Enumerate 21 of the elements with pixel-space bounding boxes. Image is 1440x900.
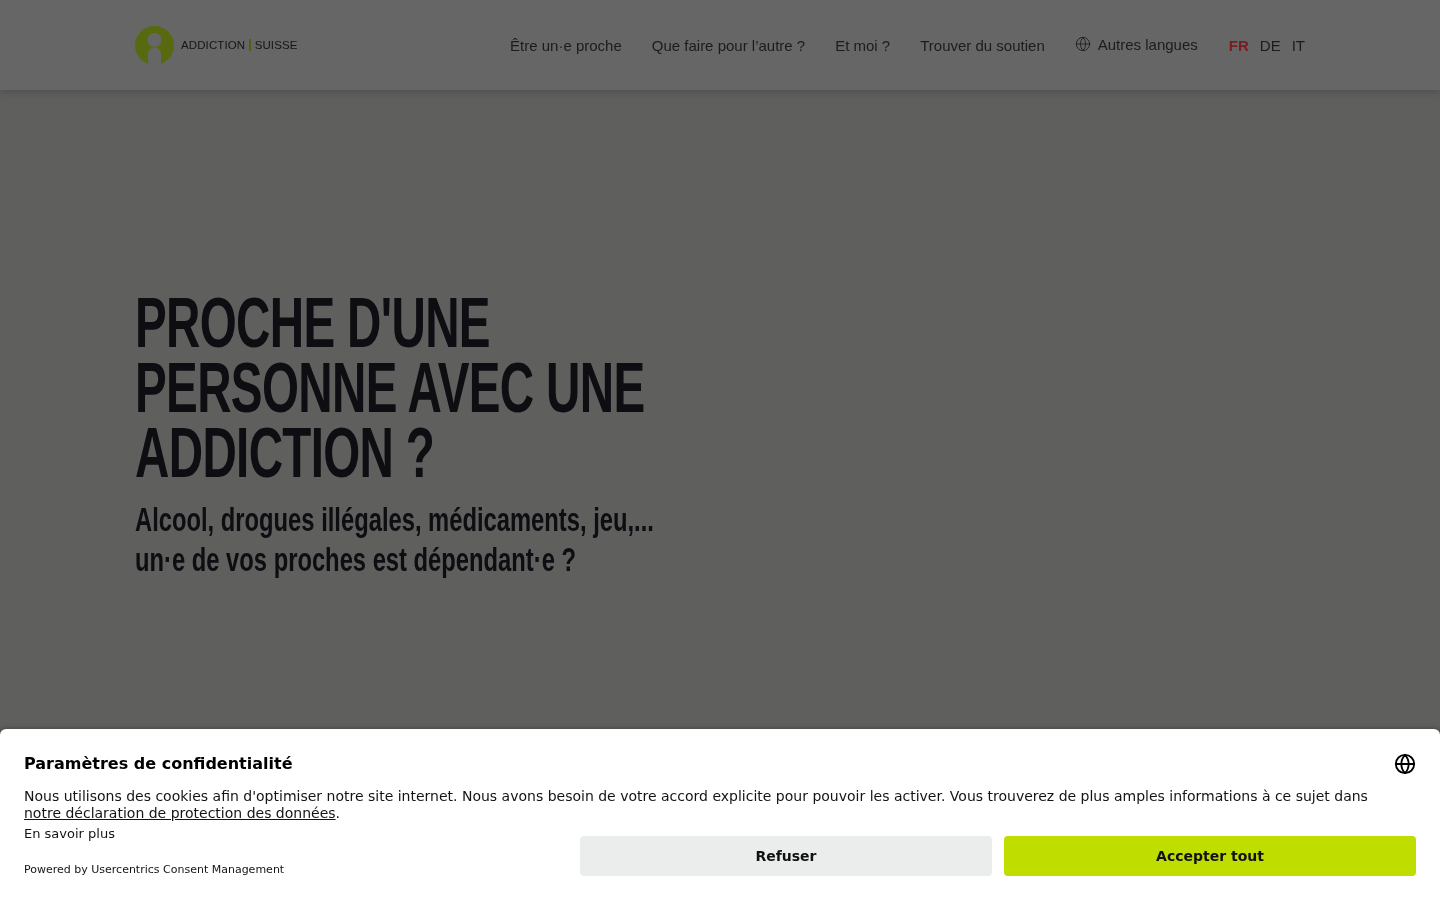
hero-heading: PROCHE D'UNE PERSONNE AVEC UNE ADDICTION ?	[135, 291, 646, 486]
nav-link[interactable]: Trouver du soutien	[920, 36, 1045, 54]
consent-title: Paramètres de confidentialité	[24, 753, 293, 775]
logo-icon	[135, 25, 174, 65]
privacy-policy-link[interactable]: notre déclaration de protection des données	[24, 805, 336, 821]
refuse-button[interactable]: Refuser	[580, 836, 992, 876]
hero-subtitle: Alcool, drogues illégales, médicaments, jeu,... un·e de vos proches est dépendant·e ?	[135, 500, 655, 580]
learn-more-link[interactable]: En savoir plus	[24, 826, 115, 842]
language-link[interactable]: IT	[1291, 36, 1305, 54]
language-link[interactable]: FR	[1228, 36, 1249, 54]
consent-text: Nous utilisons des cookies afin d'optimiser notre site internet. Nous avons besoin de votre accord explicite pour pouvoir les activer. Vous trouverez de plus amples informations à ce sujet dans notre déclaration de protection des données.	[24, 788, 1369, 822]
nav-link[interactable]: Que faire pour l’autre ?	[651, 36, 806, 54]
nav-link[interactable]: Être un·e proche	[510, 36, 622, 54]
language-globe-icon[interactable]	[1394, 753, 1416, 775]
nav-link[interactable]: Et moi ?	[835, 36, 891, 54]
globe-icon	[1074, 36, 1091, 52]
powered-by-text: Powered by Usercentrics Consent Management	[24, 863, 285, 877]
language-link[interactable]: DE	[1259, 36, 1281, 54]
other-languages-button[interactable]: Autres langues	[1074, 35, 1198, 53]
accept-all-button[interactable]: Accepter tout	[1004, 836, 1416, 876]
home-logo-link[interactable]: ADDICTION SUISSE	[135, 25, 298, 65]
